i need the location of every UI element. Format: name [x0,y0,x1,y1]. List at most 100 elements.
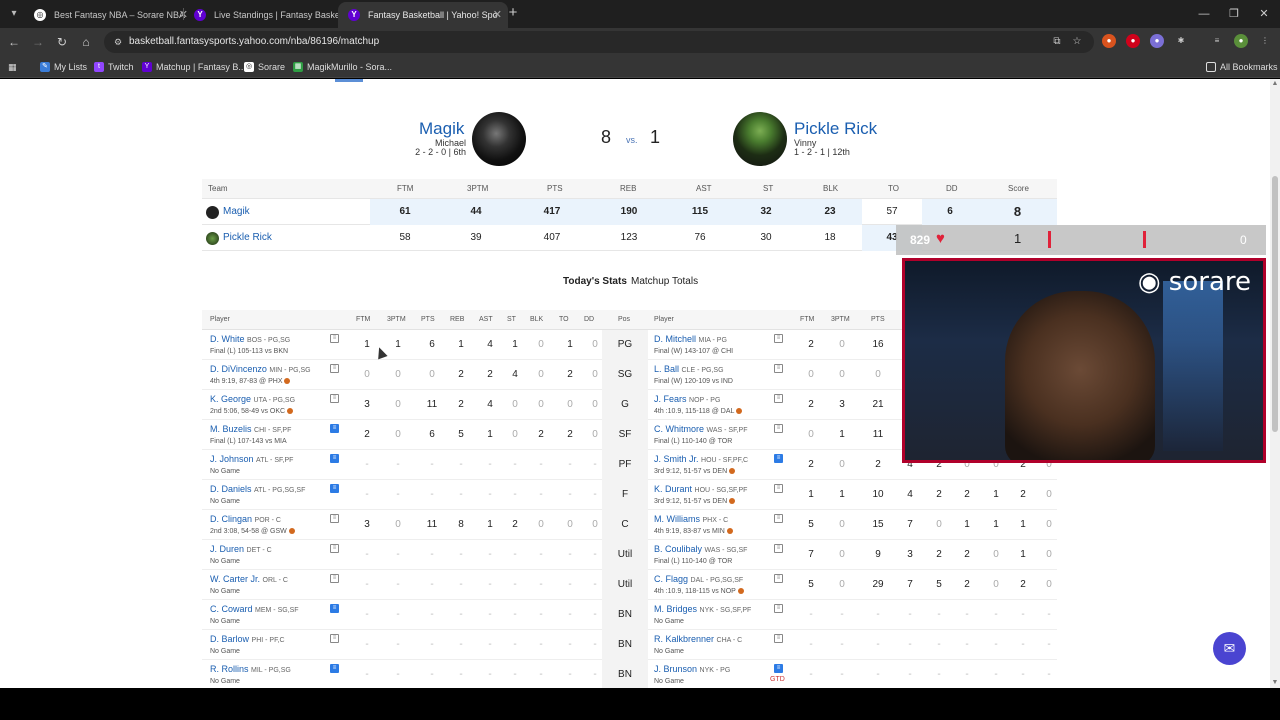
chat-bubble-button[interactable]: ✉ [1213,632,1246,665]
browser-tab-2[interactable]: Y Live Standings | Fantasy Basketb ✕ [184,2,354,28]
player-name-link[interactable]: K. Durant [654,484,692,494]
summary-team-link[interactable]: Magik [206,199,250,225]
extensions-puzzle-icon[interactable]: ✱ [1174,34,1188,48]
tab-search-icon[interactable]: ▾ [4,4,24,24]
player-name-link[interactable]: M. Williams [654,514,700,524]
left-team-avatar[interactable] [472,112,526,166]
tab-todays-stats[interactable]: Today's Stats [563,276,627,287]
forward-button[interactable]: → [28,32,48,52]
player-note-icon[interactable]: ≡ [330,334,339,343]
player-name-link[interactable]: R. Rollins [210,664,249,674]
extension-icon[interactable]: ● [1102,34,1116,48]
player-name-link[interactable]: J. Brunson [654,664,697,674]
player-note-icon[interactable]: ≡ [330,604,339,613]
tab-matchup-totals[interactable]: Matchup Totals [631,276,698,287]
player-name-link[interactable]: J. Smith Jr. [654,454,699,464]
player-note-icon[interactable]: ≡ [330,634,339,643]
bookmark-twitch[interactable]: t Twitch [94,56,134,78]
bookmark-matchup[interactable]: Y Matchup | Fantasy B... [142,56,246,78]
scroll-up-arrow-icon[interactable]: ▲ [1270,79,1280,89]
stat-cell: - [994,609,998,620]
player-note-icon[interactable]: ≡ [330,424,339,433]
player-name-link[interactable]: D. Clingan [210,514,252,524]
player-name-link[interactable]: D. DiVincenzo [210,364,267,374]
player-name-link[interactable]: W. Carter Jr. [210,574,260,584]
player-team-position: CLE - PG,SG [681,367,724,374]
page-scrollbar[interactable]: ▲ ▼ [1270,79,1280,688]
player-note-icon[interactable]: ≡ [774,544,783,553]
profile-avatar[interactable]: ● [1234,34,1248,48]
player-name-link[interactable]: D. Daniels [210,484,252,494]
all-bookmarks-folder[interactable]: All Bookmarks [1206,56,1278,78]
player-note-icon[interactable]: ≡ [774,334,783,343]
minimize-button[interactable]: — [1188,0,1220,28]
player-name-link[interactable]: D. Barlow [210,634,249,644]
player-name-link[interactable]: D. White [210,334,245,344]
stat-cell: - [513,669,517,680]
player-note-icon[interactable]: ≡ [330,544,339,553]
site-info-icon[interactable]: ⚙ [112,36,124,48]
summary-team-link[interactable]: Pickle Rick [206,225,272,251]
bookmark-magikmurillo[interactable]: ▦ MagikMurillo - Sora... [293,56,392,78]
player-name-link[interactable]: J. Duren [210,544,244,554]
player-name-link[interactable]: B. Coulibaly [654,544,702,554]
player-name-link[interactable]: J. Johnson [210,454,254,464]
bookmark-star-icon[interactable]: ☆ [1070,35,1084,49]
browser-tab-3-active[interactable]: Y Fantasy Basketball | Yahoo! Spo ✕ [338,2,508,28]
scrollbar-thumb[interactable] [1272,176,1278,432]
player-note-icon[interactable]: ≡ [774,424,783,433]
player-note-icon[interactable]: ≡ [774,574,783,583]
home-button[interactable]: ⌂ [76,32,96,52]
game-status: Final (W) 120-109 vs IND [654,376,733,387]
install-app-icon[interactable]: ⧉ [1050,35,1064,49]
player-note-icon[interactable]: ≡ [774,634,783,643]
player-note-icon[interactable]: ≡ [330,364,339,373]
close-window-button[interactable]: ✕ [1248,0,1280,28]
player-name-link[interactable]: M. Bridges [654,604,697,614]
player-note-icon[interactable]: ≡ [774,454,783,463]
player-note-icon[interactable]: ≡ [330,394,339,403]
player-name-link[interactable]: L. Ball [654,364,679,374]
extension-icon[interactable]: ● [1126,34,1140,48]
player-note-icon[interactable]: ≡ [330,664,339,673]
player-name-link[interactable]: R. Kalkbrenner [654,634,714,644]
player-note-icon[interactable]: ≡ [330,514,339,523]
player-name-link[interactable]: J. Fears [654,394,687,404]
right-team-name[interactable]: Pickle Rick [794,119,877,139]
bookmark-my-lists[interactable]: ✎ My Lists [40,56,87,78]
restore-button[interactable]: ❐ [1218,0,1250,28]
back-button[interactable]: ← [4,32,24,52]
player-name-link[interactable]: K. George [210,394,251,404]
bookmark-sorare[interactable]: ◎ Sorare [244,56,285,78]
player-name-link[interactable]: M. Buzelis [210,424,252,434]
new-tab-button[interactable]: + [504,4,522,22]
player-name-link[interactable]: D. Mitchell [654,334,696,344]
player-note-icon[interactable]: ≡ [330,484,339,493]
left-team-name[interactable]: Magik [419,119,464,139]
player-note-icon[interactable]: ≡ [774,604,783,613]
position-label: F [602,480,648,510]
player-note-icon[interactable]: ≡ [774,484,783,493]
overlay-marker [1048,231,1051,248]
extension-icon[interactable]: ● [1150,34,1164,48]
menu-dots-icon[interactable]: ⋮ [1258,34,1272,48]
right-team-avatar[interactable] [733,112,787,166]
address-bar[interactable]: ⚙ basketball.fantasysports.yahoo.com/nba… [104,31,1094,53]
reload-button[interactable]: ↻ [52,32,72,52]
player-note-icon[interactable]: ≡ [774,514,783,523]
player-name-link[interactable]: C. Coward [210,604,253,614]
stat-cell: 5 [808,519,814,530]
player-note-icon[interactable]: ≡ [330,574,339,583]
player-row: W. Carter Jr. ORL - C No Game ≡ - - - - - - - - - Ut… [202,570,1057,600]
player-name-link[interactable]: C. Flagg [654,574,688,584]
scroll-down-arrow-icon[interactable]: ▼ [1270,678,1280,688]
apps-grid-icon[interactable]: ▦ [8,56,17,78]
player-note-icon[interactable]: ≡ [774,364,783,373]
player-note-icon[interactable]: ≡ [774,664,783,673]
close-tab-icon[interactable]: ✕ [493,2,502,28]
player-note-icon[interactable]: ≡ [330,454,339,463]
player-note-icon[interactable]: ≡ [774,394,783,403]
player-name-link[interactable]: C. Whitmore [654,424,704,434]
browser-tab-1[interactable]: ◎ Best Fantasy NBA – Sorare NBA ✕ [24,2,194,28]
media-controls-icon[interactable]: ≡ [1210,34,1224,48]
